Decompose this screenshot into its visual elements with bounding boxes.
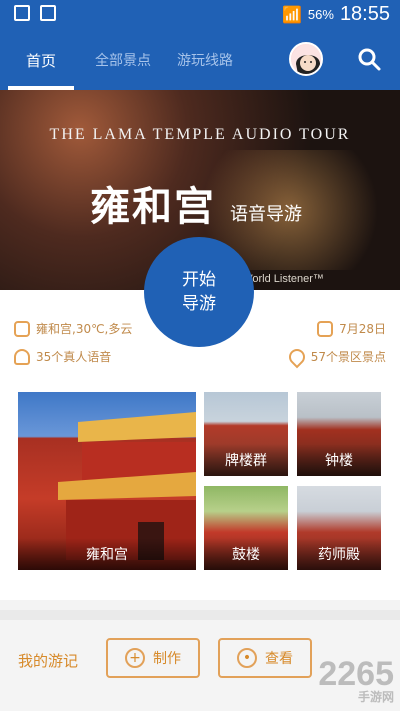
notification-icon — [14, 5, 30, 21]
spots-info: 57个景区景点 — [285, 345, 386, 368]
location-pin-icon — [285, 345, 309, 368]
date-text: 7月28日 — [339, 322, 386, 336]
tab-all-attractions[interactable]: 全部景点 — [95, 50, 151, 70]
plus-icon: + — [125, 648, 145, 668]
battery-level: 56% — [307, 7, 334, 22]
tab-home[interactable]: 首页 — [26, 50, 56, 71]
voices-info: 35个真人语音 — [14, 348, 111, 365]
spots-text: 57个景区景点 — [310, 350, 386, 364]
attraction-label: 牌楼群 — [204, 444, 288, 476]
attraction-label: 药师殿 — [297, 538, 381, 570]
weather-text: 雍和宫,30℃,多云 — [36, 322, 133, 336]
image-icon — [40, 5, 56, 21]
banner-title-cn-sub: 语音导游 — [230, 204, 302, 225]
make-travelogue-button[interactable]: + 制作 — [106, 638, 200, 678]
view-label: 查看 — [265, 651, 293, 667]
calendar-icon — [317, 320, 334, 337]
view-travelogue-button[interactable]: • 查看 — [218, 638, 312, 678]
start-tour-line2: 导游 — [182, 294, 216, 314]
date-info: 7月28日 — [317, 320, 386, 337]
travelogue-section: 我的游记 + 制作 • 查看 2265 手游网 — [0, 610, 400, 711]
attraction-card[interactable]: 雍和宫 — [18, 392, 196, 570]
attraction-card[interactable]: 药师殿 — [297, 486, 381, 570]
status-bar: 📶 56% 18:55 — [0, 0, 400, 28]
voices-text: 35个真人语音 — [36, 350, 112, 364]
clock: 18:55 — [339, 3, 390, 25]
wifi-icon: 📶 — [281, 6, 302, 24]
attraction-label: 鼓楼 — [204, 538, 288, 570]
make-label: 制作 — [153, 651, 181, 667]
attraction-label: 雍和宫 — [18, 538, 196, 570]
banner-title-en: THE LAMA TEMPLE AUDIO TOUR — [49, 126, 351, 143]
attraction-label: 钟楼 — [297, 444, 381, 476]
banner-title-cn: 雍和宫 — [90, 183, 216, 230]
weather-info: 雍和宫,30℃,多云 — [14, 320, 132, 337]
watermark: 2265 手游网 — [318, 655, 394, 705]
start-tour-button[interactable]: 开始 导游 — [144, 237, 254, 347]
travelogue-title: 我的游记 — [18, 652, 79, 670]
top-nav: 首页 全部景点 游玩线路 — [0, 28, 400, 90]
weather-icon — [14, 320, 30, 337]
attraction-card[interactable]: 牌楼群 — [204, 392, 288, 476]
search-icon[interactable] — [356, 46, 382, 72]
attraction-card[interactable]: 钟楼 — [297, 392, 381, 476]
attraction-card[interactable]: 鼓楼 — [204, 486, 288, 570]
section-divider — [0, 610, 400, 620]
headphones-icon — [14, 348, 30, 365]
start-tour-line1: 开始 — [182, 270, 216, 290]
eye-icon: • — [237, 648, 257, 668]
user-avatar[interactable] — [289, 42, 323, 76]
tab-routes[interactable]: 游玩线路 — [177, 50, 233, 70]
